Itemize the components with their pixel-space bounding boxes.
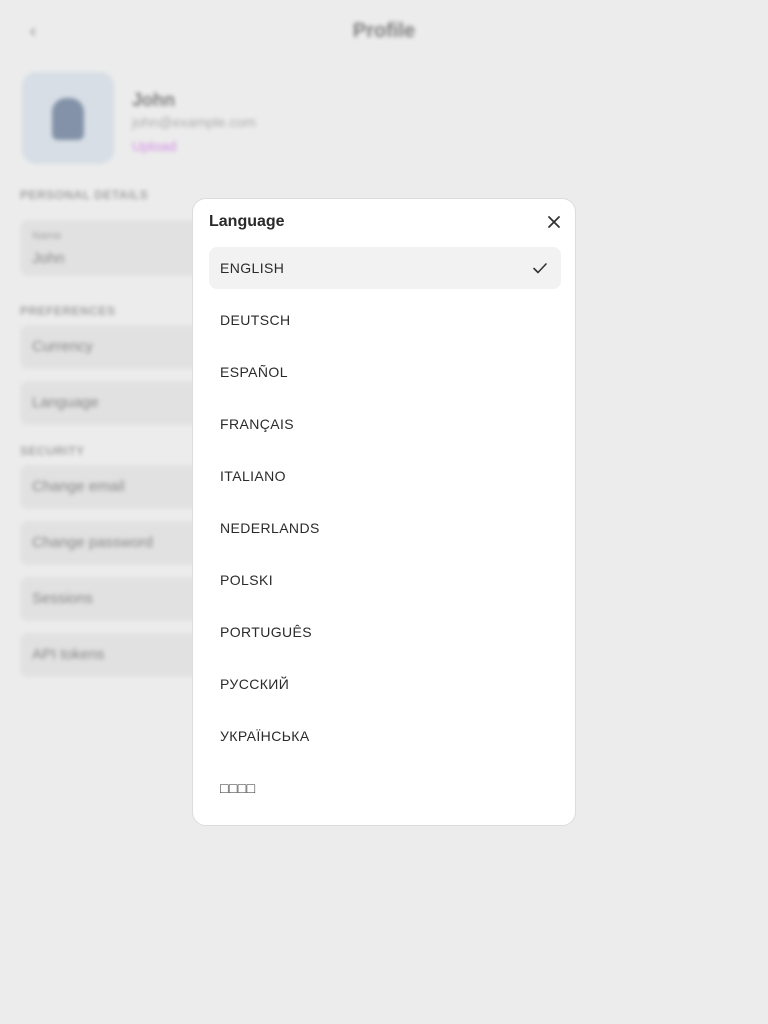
language-option-label: ITALIANO [220, 468, 286, 484]
name-field-value: John [32, 250, 65, 267]
language-option-deutsch[interactable]: DEUTSCH [209, 299, 561, 341]
language-option-espanol[interactable]: ESPAÑOL [209, 351, 561, 393]
change-email-label: Change email [32, 478, 125, 495]
language-option-francais[interactable]: FRANÇAIS [209, 403, 561, 445]
page-title: Profile [352, 20, 416, 42]
language-option-label: ENGLISH [220, 260, 285, 276]
check-icon [532, 260, 548, 276]
language-option-label: УКРАЇНСЬКА [220, 728, 310, 744]
top-bar: ‹ Profile [0, 0, 768, 64]
language-modal: Language ENGLISH DEUTSCH ESPAÑOL FRANÇAI… [192, 198, 576, 826]
user-email: john@example.com [132, 114, 256, 130]
language-option-label: DEUTSCH [220, 312, 291, 328]
language-option-english[interactable]: ENGLISH [209, 247, 561, 289]
language-option-label: □□□□ [220, 780, 256, 796]
profile-page: ‹ Profile John john@example.com Upload P… [0, 0, 768, 1024]
upload-link[interactable]: Upload [132, 138, 176, 154]
language-option-portugues[interactable]: PORTUGUÊS [209, 611, 561, 653]
language-option-label: PORTUGUÊS [220, 624, 313, 640]
section-security-label: SECURITY [20, 444, 85, 458]
profile-header: John john@example.com Upload [22, 72, 422, 166]
avatar[interactable] [22, 72, 114, 164]
section-preferences-label: PREFERENCES [20, 304, 116, 318]
language-option-label: ESPAÑOL [220, 364, 288, 380]
language-option-label: NEDERLANDS [220, 520, 320, 536]
api-tokens-label: API tokens [32, 646, 105, 663]
user-name: John [132, 90, 175, 110]
language-option-russian[interactable]: РУССКИЙ [209, 663, 561, 705]
close-icon[interactable] [543, 211, 565, 233]
modal-title: Language [209, 213, 285, 230]
section-personal-label: PERSONAL DETAILS [20, 188, 149, 202]
change-password-label: Change password [32, 534, 153, 551]
sessions-label: Sessions [32, 590, 93, 607]
language-item-label: Language [32, 394, 99, 411]
language-option-label: POLSKI [220, 572, 273, 588]
language-option-unrendered[interactable]: □□□□ [209, 767, 561, 809]
language-list: ENGLISH DEUTSCH ESPAÑOL FRANÇAIS ITALIAN… [209, 247, 561, 819]
language-option-polski[interactable]: POLSKI [209, 559, 561, 601]
language-option-ukrainian[interactable]: УКРАЇНСЬКА [209, 715, 561, 757]
language-option-label: FRANÇAIS [220, 416, 294, 432]
name-field-caption: Name [32, 230, 62, 242]
language-option-nederlands[interactable]: NEDERLANDS [209, 507, 561, 549]
currency-item-label: Currency [32, 338, 93, 355]
avatar-figure-icon [52, 98, 84, 140]
language-option-label: РУССКИЙ [220, 676, 290, 692]
language-option-italiano[interactable]: ITALIANO [209, 455, 561, 497]
